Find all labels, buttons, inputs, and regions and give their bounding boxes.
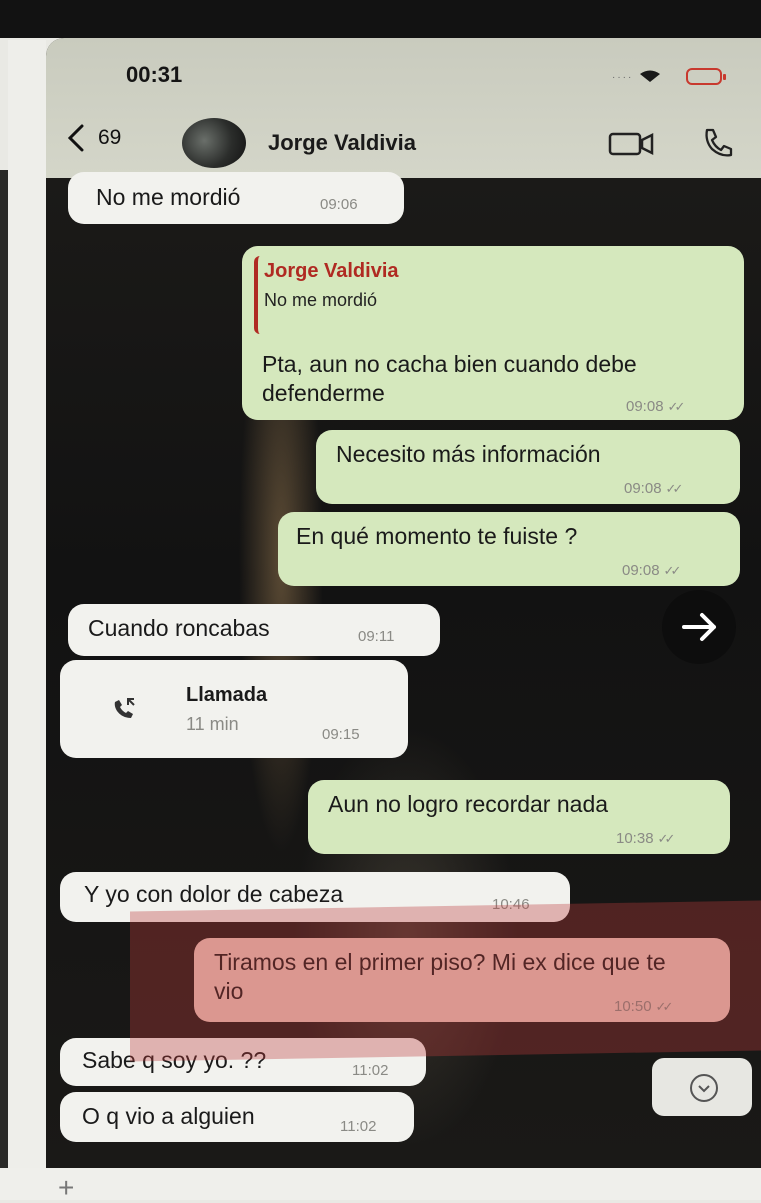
message-time: 09:11 bbox=[358, 628, 395, 645]
message-time: 09:06 bbox=[320, 196, 358, 213]
missed-call-icon bbox=[114, 698, 135, 718]
forward-button[interactable] bbox=[662, 590, 736, 664]
reply-author: Jorge Valdivia bbox=[264, 260, 399, 282]
chevron-left-icon bbox=[67, 124, 84, 152]
chevron-down-icon bbox=[690, 1074, 718, 1102]
message-time: 09:08 ✓✓ bbox=[624, 480, 684, 497]
back-button[interactable]: 69 bbox=[64, 124, 121, 152]
message-text: O q vio a alguien bbox=[82, 1103, 255, 1129]
double-check-icon: ✓✓ bbox=[665, 481, 684, 496]
message-text: No me mordió bbox=[96, 184, 241, 210]
message-incoming[interactable]: No me mordió 09:06 bbox=[68, 172, 404, 224]
photo-top-edge bbox=[0, 0, 761, 38]
highlight-overlay bbox=[130, 900, 761, 1062]
message-outgoing[interactable]: Aun no logro recordar nada 10:38 ✓✓ bbox=[308, 780, 730, 854]
call-title: Llamada bbox=[186, 684, 268, 706]
double-check-icon: ✓✓ bbox=[663, 563, 682, 578]
avatar[interactable] bbox=[182, 118, 246, 168]
message-time: 09:08 ✓✓ bbox=[626, 398, 686, 415]
message-text: En qué momento te fuiste ? bbox=[296, 523, 578, 549]
photo-left-margin bbox=[8, 40, 46, 1200]
call-message[interactable]: Llamada 11 min 09:15 bbox=[60, 660, 408, 758]
message-outgoing[interactable]: En qué momento te fuiste ? 09:08 ✓✓ bbox=[278, 512, 740, 586]
battery-icon bbox=[686, 68, 726, 85]
message-text: Y yo con dolor de cabeza bbox=[84, 881, 344, 907]
input-bar bbox=[0, 1168, 761, 1200]
contact-name[interactable]: Jorge Valdivia bbox=[268, 130, 416, 156]
message-text: Aun no logro recordar nada bbox=[328, 791, 609, 817]
photo-left-edge bbox=[0, 170, 8, 1170]
message-time: 09:15 bbox=[322, 726, 360, 743]
chat-header: 00:31 ···· 69 Jorge Valdivia bbox=[46, 38, 761, 178]
status-time: 00:31 bbox=[126, 62, 183, 87]
double-check-icon: ✓✓ bbox=[667, 399, 686, 414]
unread-count: 69 bbox=[98, 126, 122, 149]
message-time: 09:08 ✓✓ bbox=[622, 562, 682, 579]
message-incoming[interactable]: O q vio a alguien 11:02 bbox=[60, 1092, 414, 1142]
message-time: 10:38 ✓✓ bbox=[616, 830, 676, 847]
wifi-icon bbox=[640, 70, 660, 82]
scroll-down-button[interactable] bbox=[652, 1058, 752, 1116]
video-camera-icon[interactable] bbox=[608, 130, 654, 158]
signal-dots-icon: ···· bbox=[612, 72, 634, 83]
call-duration: 11 min bbox=[186, 714, 239, 734]
reply-text: No me mordió bbox=[264, 290, 378, 310]
message-incoming[interactable]: Cuando roncabas 09:11 bbox=[68, 604, 440, 656]
message-time: 11:02 bbox=[352, 1062, 389, 1079]
message-outgoing[interactable]: Necesito más información 09:08 ✓✓ bbox=[316, 430, 740, 504]
arrow-right-icon bbox=[682, 613, 716, 641]
phone-icon[interactable] bbox=[701, 126, 735, 160]
message-text: Necesito más información bbox=[336, 441, 601, 467]
message-time: 11:02 bbox=[340, 1118, 377, 1135]
plus-icon[interactable]: + bbox=[58, 1174, 74, 1202]
message-text: Cuando roncabas bbox=[88, 615, 270, 641]
double-check-icon: ✓✓ bbox=[657, 831, 676, 846]
message-outgoing-reply[interactable]: Jorge Valdivia No me mordió Pta, aun no … bbox=[242, 246, 744, 420]
